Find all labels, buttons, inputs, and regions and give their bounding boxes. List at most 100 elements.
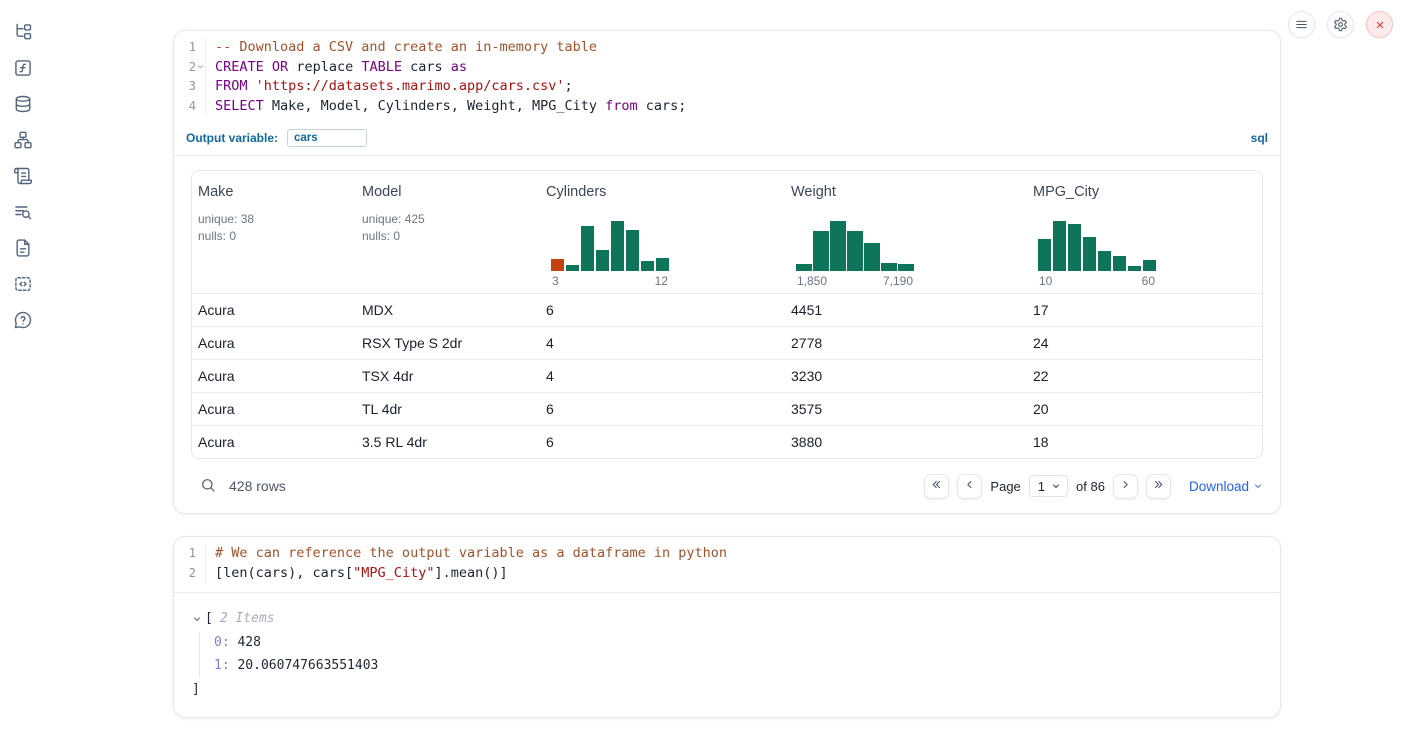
sidebar-item-function-square[interactable] <box>11 56 35 80</box>
settings-button[interactable] <box>1327 11 1354 38</box>
table-cell: 2778 <box>785 327 1027 359</box>
sql-cell: 1 -- Download a CSV and create an in-memo… <box>173 30 1281 514</box>
tree-collapse-toggle[interactable] <box>192 614 202 624</box>
dependency-graph-icon <box>13 130 33 150</box>
tree-entry: 0: 428 <box>214 632 1264 655</box>
column-histogram: 1,8507,190 <box>796 218 914 288</box>
left-sidebar <box>0 0 46 332</box>
next-page-button[interactable] <box>1113 474 1138 499</box>
sidebar-item-database[interactable] <box>11 92 35 116</box>
tree-items-count: 2 Items <box>220 609 275 629</box>
shutdown-button[interactable] <box>1366 11 1393 38</box>
page-total-label: of 86 <box>1076 479 1105 494</box>
tree-entries: 0: 428 1: 20.060747663551403 <box>199 632 1264 677</box>
line-number: 2 <box>174 564 206 584</box>
row-count: 428 rows <box>229 478 286 494</box>
table-cell: 17 <box>1027 294 1262 326</box>
table-cell: TL 4dr <box>356 393 540 425</box>
code-line: 2[len(cars), cars["MPG_City"].mean()] <box>174 564 1280 584</box>
histogram-min-label: 1,850 <box>797 274 827 288</box>
table-row: AcuraRSX Type S 2dr4277824 <box>192 326 1262 359</box>
search-icon <box>200 477 216 496</box>
table-header: Makeunique: 38nulls: 0Modelunique: 425nu… <box>192 171 1262 293</box>
sidebar-item-dependency-graph[interactable] <box>11 128 35 152</box>
histogram-bar <box>1098 251 1111 271</box>
histogram-max-label: 12 <box>655 274 668 288</box>
table-cell: 22 <box>1027 360 1262 392</box>
sidebar-item-scroll-text[interactable] <box>11 164 35 188</box>
histogram-min-label: 10 <box>1039 274 1052 288</box>
chevron-down-icon <box>1051 479 1061 494</box>
histogram-bar <box>1038 239 1051 271</box>
language-badge[interactable]: sql <box>1251 131 1268 145</box>
sidebar-item-help-circle[interactable] <box>11 308 35 332</box>
sidebar-item-text-search[interactable] <box>11 200 35 224</box>
scroll-text-icon <box>13 166 33 186</box>
menu-button[interactable] <box>1288 11 1315 38</box>
line-number: 4 <box>174 97 206 117</box>
sidebar-item-file-text[interactable] <box>11 236 35 260</box>
histogram-bar <box>813 231 829 271</box>
first-page-button[interactable] <box>924 474 949 499</box>
code-content: SELECT Make, Model, Cylinders, Weight, M… <box>206 97 686 117</box>
column-header-weight[interactable]: Weight1,8507,190 <box>785 171 1027 293</box>
tree-entry-value: 428 <box>237 635 260 650</box>
histogram-bar <box>656 258 669 271</box>
text-search-icon <box>13 202 33 222</box>
column-stats: unique: 425nulls: 0 <box>362 211 534 244</box>
output-variable-row: Output variable: sql <box>174 125 1280 156</box>
table-footer: 428 rows Page 1 of 86 <box>191 459 1263 513</box>
histogram-bar <box>581 226 594 271</box>
table-cell: 3880 <box>785 426 1027 458</box>
column-title: Cylinders <box>546 184 779 200</box>
chevron-left-icon <box>963 478 976 494</box>
notebook: 1 -- Download a CSV and create an in-memo… <box>173 30 1281 740</box>
table-cell: Acura <box>192 393 356 425</box>
column-header-make[interactable]: Makeunique: 38nulls: 0 <box>192 171 356 293</box>
download-button[interactable]: Download <box>1189 479 1263 494</box>
column-header-cylinders[interactable]: Cylinders 3 12 <box>540 171 785 293</box>
histogram-bar <box>566 265 579 271</box>
histogram-bar <box>596 250 609 271</box>
last-page-button[interactable] <box>1146 474 1171 499</box>
tree-entry-key: 1: <box>214 658 230 673</box>
column-histogram: 1060 <box>1038 218 1156 288</box>
column-title: MPG_City <box>1033 184 1256 200</box>
code-snippet-icon <box>13 274 33 294</box>
table-row: AcuraTL 4dr6357520 <box>192 392 1262 425</box>
chevron-down-icon <box>1253 479 1263 494</box>
histogram-bar <box>1083 237 1096 271</box>
page-select[interactable]: 1 <box>1029 475 1068 497</box>
histogram-min-label: 3 <box>552 274 559 288</box>
sidebar-item-file-tree[interactable] <box>11 20 35 44</box>
python-code-editor[interactable]: 1# We can reference the output variable … <box>174 537 1280 592</box>
column-header-model[interactable]: Modelunique: 425nulls: 0 <box>356 171 540 293</box>
topbar-actions <box>1288 11 1393 38</box>
sidebar-item-code-snippet[interactable] <box>11 272 35 296</box>
search-button[interactable] <box>200 477 216 496</box>
histogram-bar <box>864 243 880 271</box>
code-line: 1-- Download a CSV and create an in-memo… <box>174 38 1280 58</box>
data-table: Makeunique: 38nulls: 0Modelunique: 425nu… <box>191 170 1263 459</box>
tree-entry-value: 20.060747663551403 <box>237 658 378 673</box>
output-variable-label: Output variable: <box>186 131 278 145</box>
table-cell: 6 <box>540 393 785 425</box>
previous-page-button[interactable] <box>957 474 982 499</box>
table-cell: 3575 <box>785 393 1027 425</box>
line-number: 2 <box>174 58 206 78</box>
page-select-value: 1 <box>1038 479 1045 494</box>
column-header-mpg_city[interactable]: MPG_City 1060 <box>1027 171 1262 293</box>
pagination: Page 1 of 86 Download <box>924 474 1263 499</box>
shutdown-icon <box>1373 18 1387 32</box>
table-cell: 6 <box>540 426 785 458</box>
histogram-bar <box>551 259 564 271</box>
code-content: -- Download a CSV and create an in-memor… <box>206 38 597 58</box>
output-variable-input[interactable] <box>287 129 367 147</box>
histogram-bar <box>1053 221 1066 271</box>
fold-toggle-icon[interactable] <box>196 62 205 71</box>
tree-entry-key: 0: <box>214 635 230 650</box>
sql-code-editor[interactable]: 1-- Download a CSV and create an in-memo… <box>174 31 1280 125</box>
line-number: 1 <box>174 544 206 564</box>
table-cell: 4451 <box>785 294 1027 326</box>
function-square-icon <box>13 58 33 78</box>
